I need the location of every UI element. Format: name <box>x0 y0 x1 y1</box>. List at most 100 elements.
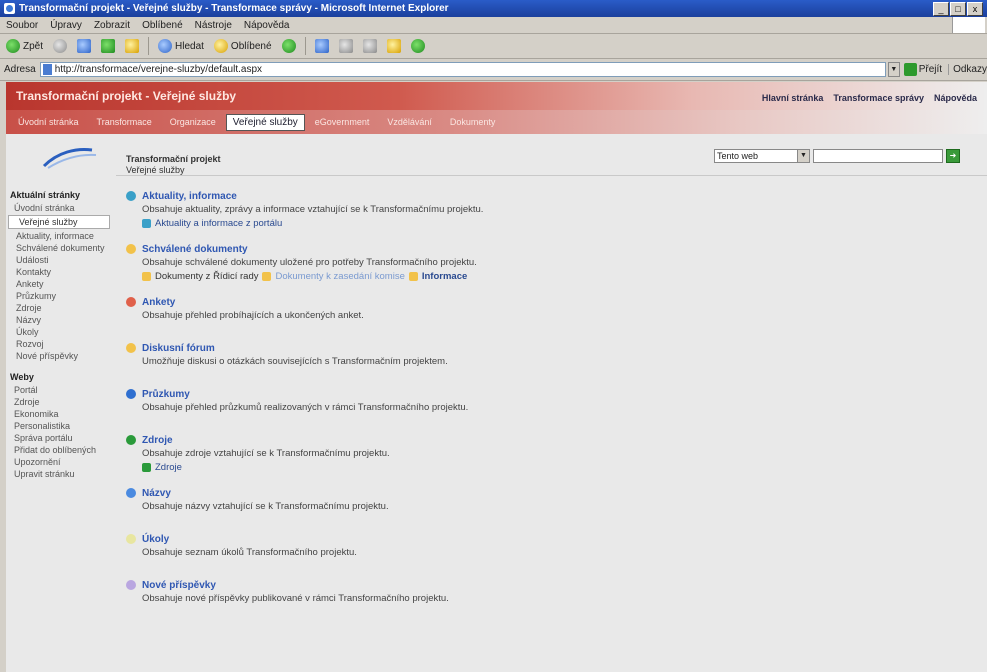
top-link-home[interactable]: Hlavní stránka <box>762 93 824 103</box>
go-button[interactable]: Přejít <box>903 63 942 76</box>
section-title[interactable]: Diskusní fórum <box>142 342 982 355</box>
search-label: Hledat <box>175 40 204 52</box>
nav-tab-transformation[interactable]: Transformace <box>89 114 160 130</box>
search-button[interactable]: Hledat <box>155 37 207 55</box>
search-icon <box>158 39 173 53</box>
top-link-help[interactable]: Nápověda <box>934 93 977 103</box>
section-tasks: Úkoly Obsahuje seznam úkolů Transformačn… <box>122 533 982 567</box>
sidebar-item[interactable]: Názvy <box>6 314 112 326</box>
site-logo[interactable] <box>26 142 116 172</box>
nav-tab-home[interactable]: Úvodní stránka <box>10 114 87 130</box>
folder-icon <box>142 272 151 281</box>
menu-file[interactable]: Soubor <box>0 20 44 31</box>
task-icon <box>126 534 136 544</box>
menu-edit[interactable]: Úpravy <box>44 20 88 31</box>
sidebar-item[interactable]: Portál <box>6 384 112 396</box>
folder-button[interactable] <box>384 37 404 55</box>
chevron-down-icon: ▼ <box>797 150 809 162</box>
minimize-button[interactable]: _ <box>933 1 949 16</box>
section-resources: Zdroje Obsahuje zdroje vztahující se k T… <box>122 434 982 475</box>
back-arrow-icon <box>6 39 20 53</box>
sub-link[interactable]: Zdroje <box>155 460 182 475</box>
section-title[interactable]: Zdroje <box>142 434 982 447</box>
window-title: Transformační projekt - Veřejné služby -… <box>19 3 449 14</box>
section-description: Obsahuje schválené dokumenty uložené pro… <box>142 257 477 268</box>
sidebar-item[interactable]: Aktuality, informace <box>6 230 112 242</box>
sidebar-item[interactable]: Události <box>6 254 112 266</box>
search-input[interactable] <box>813 149 943 163</box>
favorites-button[interactable]: Oblíbené <box>211 37 275 55</box>
section-title[interactable]: Názvy <box>142 487 982 500</box>
stop-button[interactable] <box>74 37 94 55</box>
sidebar-item[interactable]: Nové příspěvky <box>6 350 112 362</box>
menu-view[interactable]: Zobrazit <box>88 20 136 31</box>
sidebar-item[interactable]: Schválené dokumenty <box>6 242 112 254</box>
search-scope-value: Tento web <box>717 151 759 161</box>
sidebar-item[interactable]: Personalistika <box>6 420 112 432</box>
resource-icon <box>126 435 136 445</box>
section-description: Obsahuje přehled průzkumů realizovaných … <box>142 402 469 413</box>
sidebar-item[interactable]: Ekonomika <box>6 408 112 420</box>
news-icon <box>126 191 136 201</box>
sidebar-item-active[interactable]: Veřejné služby <box>8 215 110 229</box>
folder-icon <box>386 39 401 53</box>
main-navigation: Úvodní stránka Transformace Organizace V… <box>6 110 987 134</box>
sub-link[interactable]: Dokumenty k zasedání komise <box>275 269 404 284</box>
mail-button[interactable] <box>312 37 332 55</box>
edit-button[interactable] <box>360 37 380 55</box>
sidebar-item[interactable]: Průzkumy <box>6 290 112 302</box>
sidebar-item[interactable]: Upravit stránku <box>6 468 112 480</box>
refresh-button[interactable] <box>98 37 118 55</box>
section-title[interactable]: Úkoly <box>142 533 982 546</box>
print-button[interactable] <box>336 37 356 55</box>
sidebar-item[interactable]: Upozornění <box>6 456 112 468</box>
address-dropdown-button[interactable]: ▼ <box>887 62 900 77</box>
search-scope-select[interactable]: Tento web ▼ <box>714 149 810 163</box>
main-content: Aktuality, informace Obsahuje aktuality,… <box>122 190 982 625</box>
sidebar-item[interactable]: Správa portálu <box>6 432 112 444</box>
menu-help[interactable]: Nápověda <box>238 20 296 31</box>
sidebar-item[interactable]: Zdroje <box>6 396 112 408</box>
sidebar-item[interactable]: Ankety <box>6 278 112 290</box>
sidebar-item[interactable]: Úkoly <box>6 326 112 338</box>
section-title[interactable]: Ankety <box>142 296 982 309</box>
section-title[interactable]: Průzkumy <box>142 388 982 401</box>
messenger-button[interactable] <box>408 37 428 55</box>
sidebar-item[interactable]: Úvodní stránka <box>6 202 112 214</box>
nav-tab-documents[interactable]: Dokumenty <box>442 114 504 130</box>
links-button[interactable]: Odkazy <box>948 64 987 75</box>
top-link-transformation[interactable]: Transformace správy <box>833 93 924 103</box>
section-title[interactable]: Schválené dokumenty <box>142 243 982 256</box>
sidebar-item[interactable]: Rozvoj <box>6 338 112 350</box>
search-go-button[interactable]: ➜ <box>946 149 960 163</box>
section-title[interactable]: Nové příspěvky <box>142 579 982 592</box>
sidebar-item[interactable]: Zdroje <box>6 302 112 314</box>
top-links: Hlavní stránka Transformace správy Nápov… <box>762 93 977 103</box>
section-names: Názvy Obsahuje názvy vztahující se k Tra… <box>122 487 982 521</box>
nav-tab-egovernment[interactable]: eGovernment <box>307 114 378 130</box>
close-button[interactable]: x <box>967 1 983 16</box>
address-input[interactable]: http://transformace/verejne-sluzby/defau… <box>39 62 886 77</box>
nav-tab-public-services[interactable]: Veřejné služby <box>225 113 305 131</box>
maximize-button[interactable]: □ <box>950 1 966 16</box>
sub-link[interactable]: Dokumenty z Řídicí rady <box>155 269 258 284</box>
document-icon <box>126 244 136 254</box>
nav-tab-education[interactable]: Vzdělávání <box>379 114 440 130</box>
names-icon <box>126 488 136 498</box>
back-button[interactable]: Zpět <box>3 37 46 55</box>
menu-tools[interactable]: Nástroje <box>189 20 238 31</box>
sidebar-item[interactable]: Kontakty <box>6 266 112 278</box>
menu-favorites[interactable]: Oblíbené <box>136 20 189 31</box>
history-button[interactable] <box>279 37 299 55</box>
web-page: Transformační projekt - Veřejné služby H… <box>6 82 987 672</box>
forward-button[interactable] <box>50 37 70 55</box>
nav-tab-organization[interactable]: Organizace <box>162 114 224 130</box>
sub-link[interactable]: Aktuality a informace z portálu <box>155 216 282 231</box>
breadcrumb-project[interactable]: Transformační projekt <box>126 154 221 165</box>
sidebar-item[interactable]: Přidat do oblíbených <box>6 444 112 456</box>
home-button[interactable] <box>122 37 142 55</box>
sub-link[interactable]: Informace <box>422 269 467 284</box>
section-title[interactable]: Aktuality, informace <box>142 190 982 203</box>
survey-icon <box>126 389 136 399</box>
discussion-icon <box>126 343 136 353</box>
